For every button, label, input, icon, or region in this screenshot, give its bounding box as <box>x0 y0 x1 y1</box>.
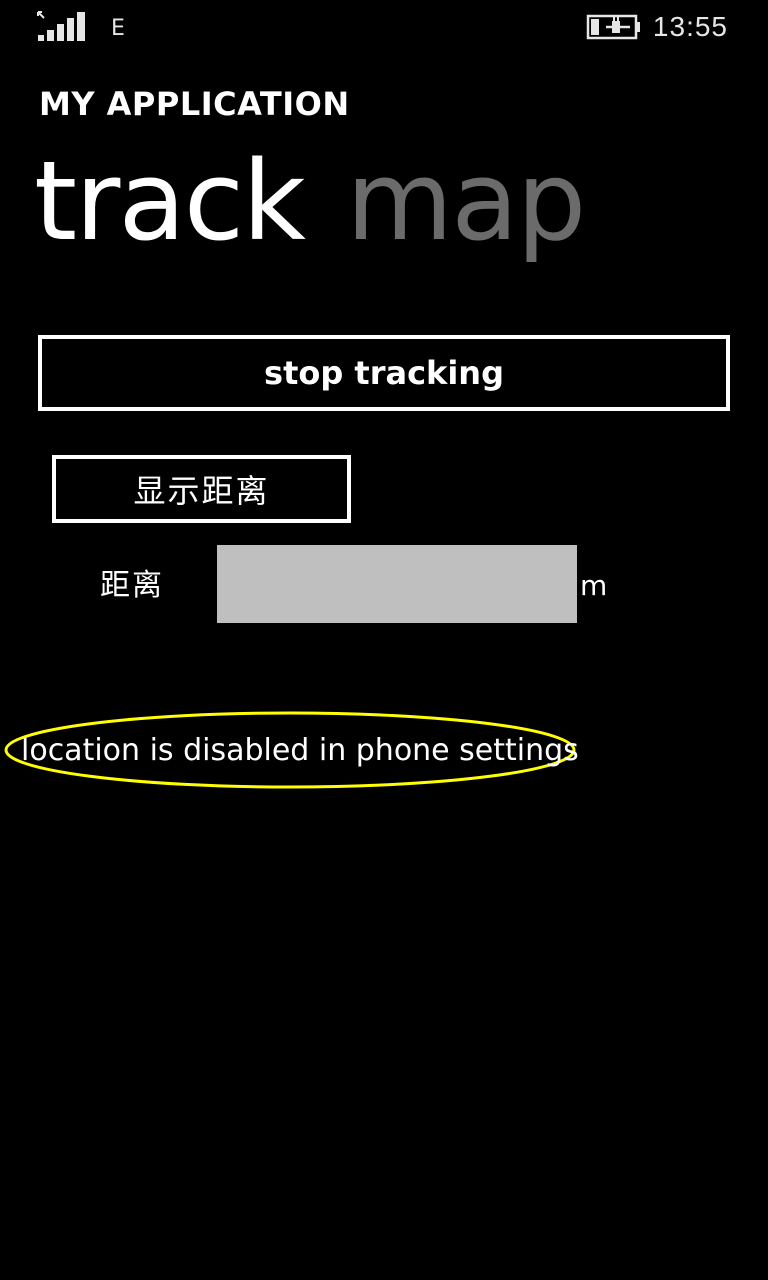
show-distance-button[interactable]: 显示距离 <box>52 455 351 523</box>
pivot-header: track map <box>34 136 626 266</box>
location-status-message: location is disabled in phone settings <box>21 733 579 768</box>
stop-tracking-button[interactable]: stop tracking <box>38 335 730 411</box>
network-type-label: E <box>111 16 125 41</box>
pivot-item-track[interactable]: track <box>34 136 306 266</box>
distance-label: 距离 <box>100 568 164 603</box>
status-bar: E 13:55 <box>0 0 768 56</box>
distance-unit-label: m <box>580 569 608 602</box>
cellular-signal-icon <box>37 11 85 41</box>
pivot-item-map[interactable]: map <box>346 136 586 266</box>
battery-charging-icon <box>586 14 640 40</box>
clock: 13:55 <box>652 11 728 42</box>
app-title: MY APPLICATION <box>39 85 350 123</box>
distance-input[interactable] <box>217 545 577 623</box>
